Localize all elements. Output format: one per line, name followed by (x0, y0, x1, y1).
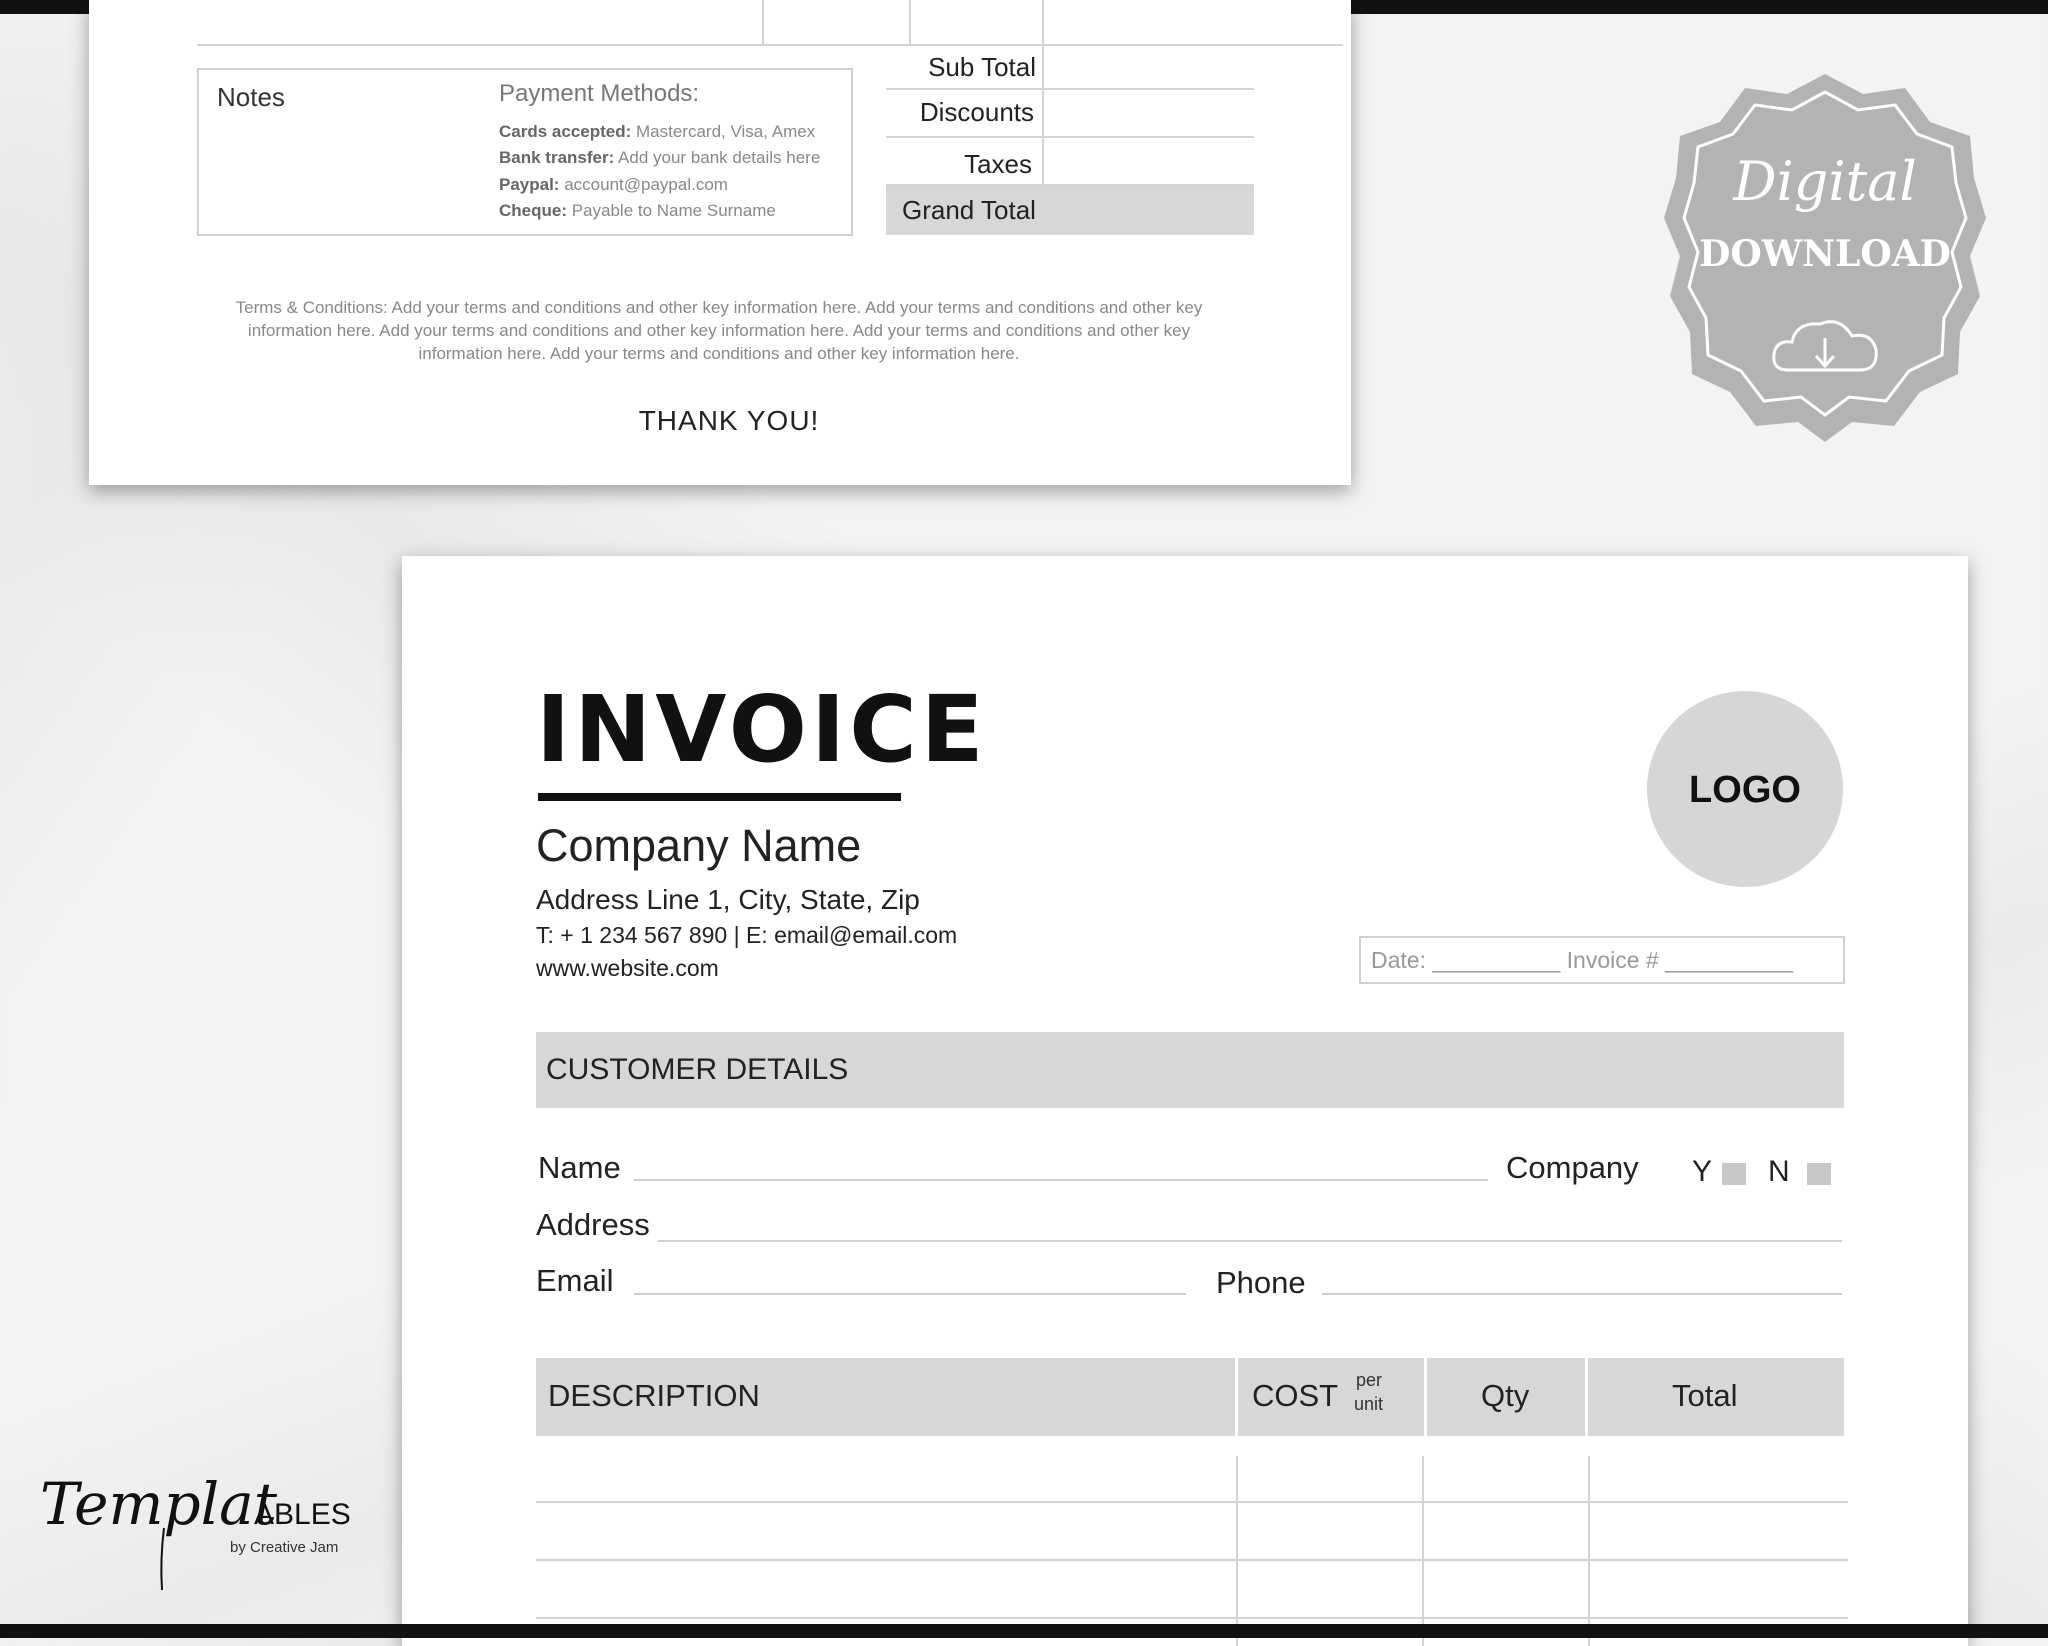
invoice-title: INVOICE (536, 676, 988, 783)
yes-label: Y (1692, 1155, 1713, 1188)
per-label: per (1356, 1370, 1383, 1390)
cost-header: COST (1252, 1378, 1339, 1413)
subtotal-label: Sub Total (928, 52, 1036, 82)
brand-byline: by Creative Jam (230, 1539, 338, 1556)
badge-download-text: DOWNLOAD (1699, 233, 1951, 275)
phone-line (1322, 1293, 1842, 1295)
taxes-label: Taxes (964, 149, 1032, 179)
address-label: Address (536, 1207, 650, 1242)
company-name: Company Name (536, 820, 862, 871)
table-row-rule (536, 1617, 1848, 1619)
description-header: DESCRIPTION (548, 1378, 760, 1413)
table-divider (909, 0, 911, 44)
bottom-dark-edge (0, 1624, 2048, 1638)
yes-checkbox (1722, 1163, 1746, 1185)
name-label: Name (538, 1150, 621, 1185)
table-bottom-rule (197, 44, 1343, 46)
terms-line: information here. Add your terms and con… (418, 344, 1020, 363)
table-divider (1042, 0, 1044, 44)
customer-details-title: CUSTOMER DETAILS (546, 1053, 849, 1086)
no-label: N (1768, 1155, 1790, 1188)
header-divider (1235, 1358, 1238, 1436)
badge-script-text: Digital (1732, 150, 1917, 213)
totals-divider (1042, 44, 1044, 186)
company-label: Company (1506, 1150, 1639, 1185)
logo-text: LOGO (1689, 769, 1801, 811)
logo-placeholder: LOGO (1647, 691, 1843, 887)
terms-and-conditions: Terms & Conditions: Add your terms and c… (189, 296, 1249, 365)
brand-script-text: Templat (40, 1470, 278, 1538)
unit-label: unit (1354, 1394, 1384, 1414)
address-line (658, 1240, 1842, 1242)
totals-rule (886, 88, 1254, 90)
discounts-label: Discounts (919, 97, 1034, 127)
terms-line: Terms & Conditions: Add your terms and c… (235, 298, 1203, 317)
digital-download-badge: Digital DOWNLOAD (1664, 70, 1986, 442)
items-table-header: DESCRIPTION COST per unit Qty Total (536, 1358, 1844, 1436)
customer-details-header: CUSTOMER DETAILS (536, 1032, 1844, 1108)
company-website: www.website.com (536, 955, 719, 981)
header-divider (1585, 1358, 1588, 1436)
grand-total-row: Grand Total (886, 186, 1254, 235)
qty-header: Qty (1481, 1378, 1530, 1413)
brand-caps-text: ABLES (254, 1498, 351, 1531)
badge-shape: Digital DOWNLOAD (1664, 74, 1986, 442)
phone-label: Phone (1216, 1265, 1306, 1300)
company-address: Address Line 1, City, State, Zip (536, 884, 920, 915)
name-line (634, 1179, 1488, 1181)
invoice-sheet-front: INVOICE Company Name Address Line 1, Cit… (402, 556, 1968, 1646)
date-invoice-text: Date: __________ Invoice # __________ (1371, 947, 1794, 973)
terms-line: information here. Add your terms and con… (247, 321, 1191, 340)
email-line (634, 1293, 1186, 1295)
templatables-brand-logo: Templat ABLES by Creative Jam (36, 1450, 366, 1600)
grand-total-label: Grand Total (902, 195, 1036, 225)
payment-line-cheque: Cheque: Payable to Name Surname (499, 201, 776, 220)
thank-you-text: THANK YOU! (638, 405, 820, 436)
email-label: Email (536, 1263, 614, 1298)
total-header: Total (1672, 1378, 1738, 1413)
no-checkbox (1807, 1163, 1831, 1185)
date-invoice-box: Date: __________ Invoice # __________ (1359, 936, 1845, 984)
invoice-sheet-back: Notes Payment Methods: Cards accepted: M… (89, 0, 1351, 485)
title-underline (538, 793, 901, 801)
company-contact: T: + 1 234 567 890 | E: email@email.com (536, 922, 958, 948)
table-divider (762, 0, 764, 44)
header-divider (1424, 1358, 1427, 1436)
brand-wordmark: Templat ABLES by Creative Jam (40, 1470, 351, 1591)
table-row-rule (536, 1559, 1848, 1561)
totals-rule (886, 136, 1254, 138)
table-row-rule (536, 1501, 1848, 1503)
